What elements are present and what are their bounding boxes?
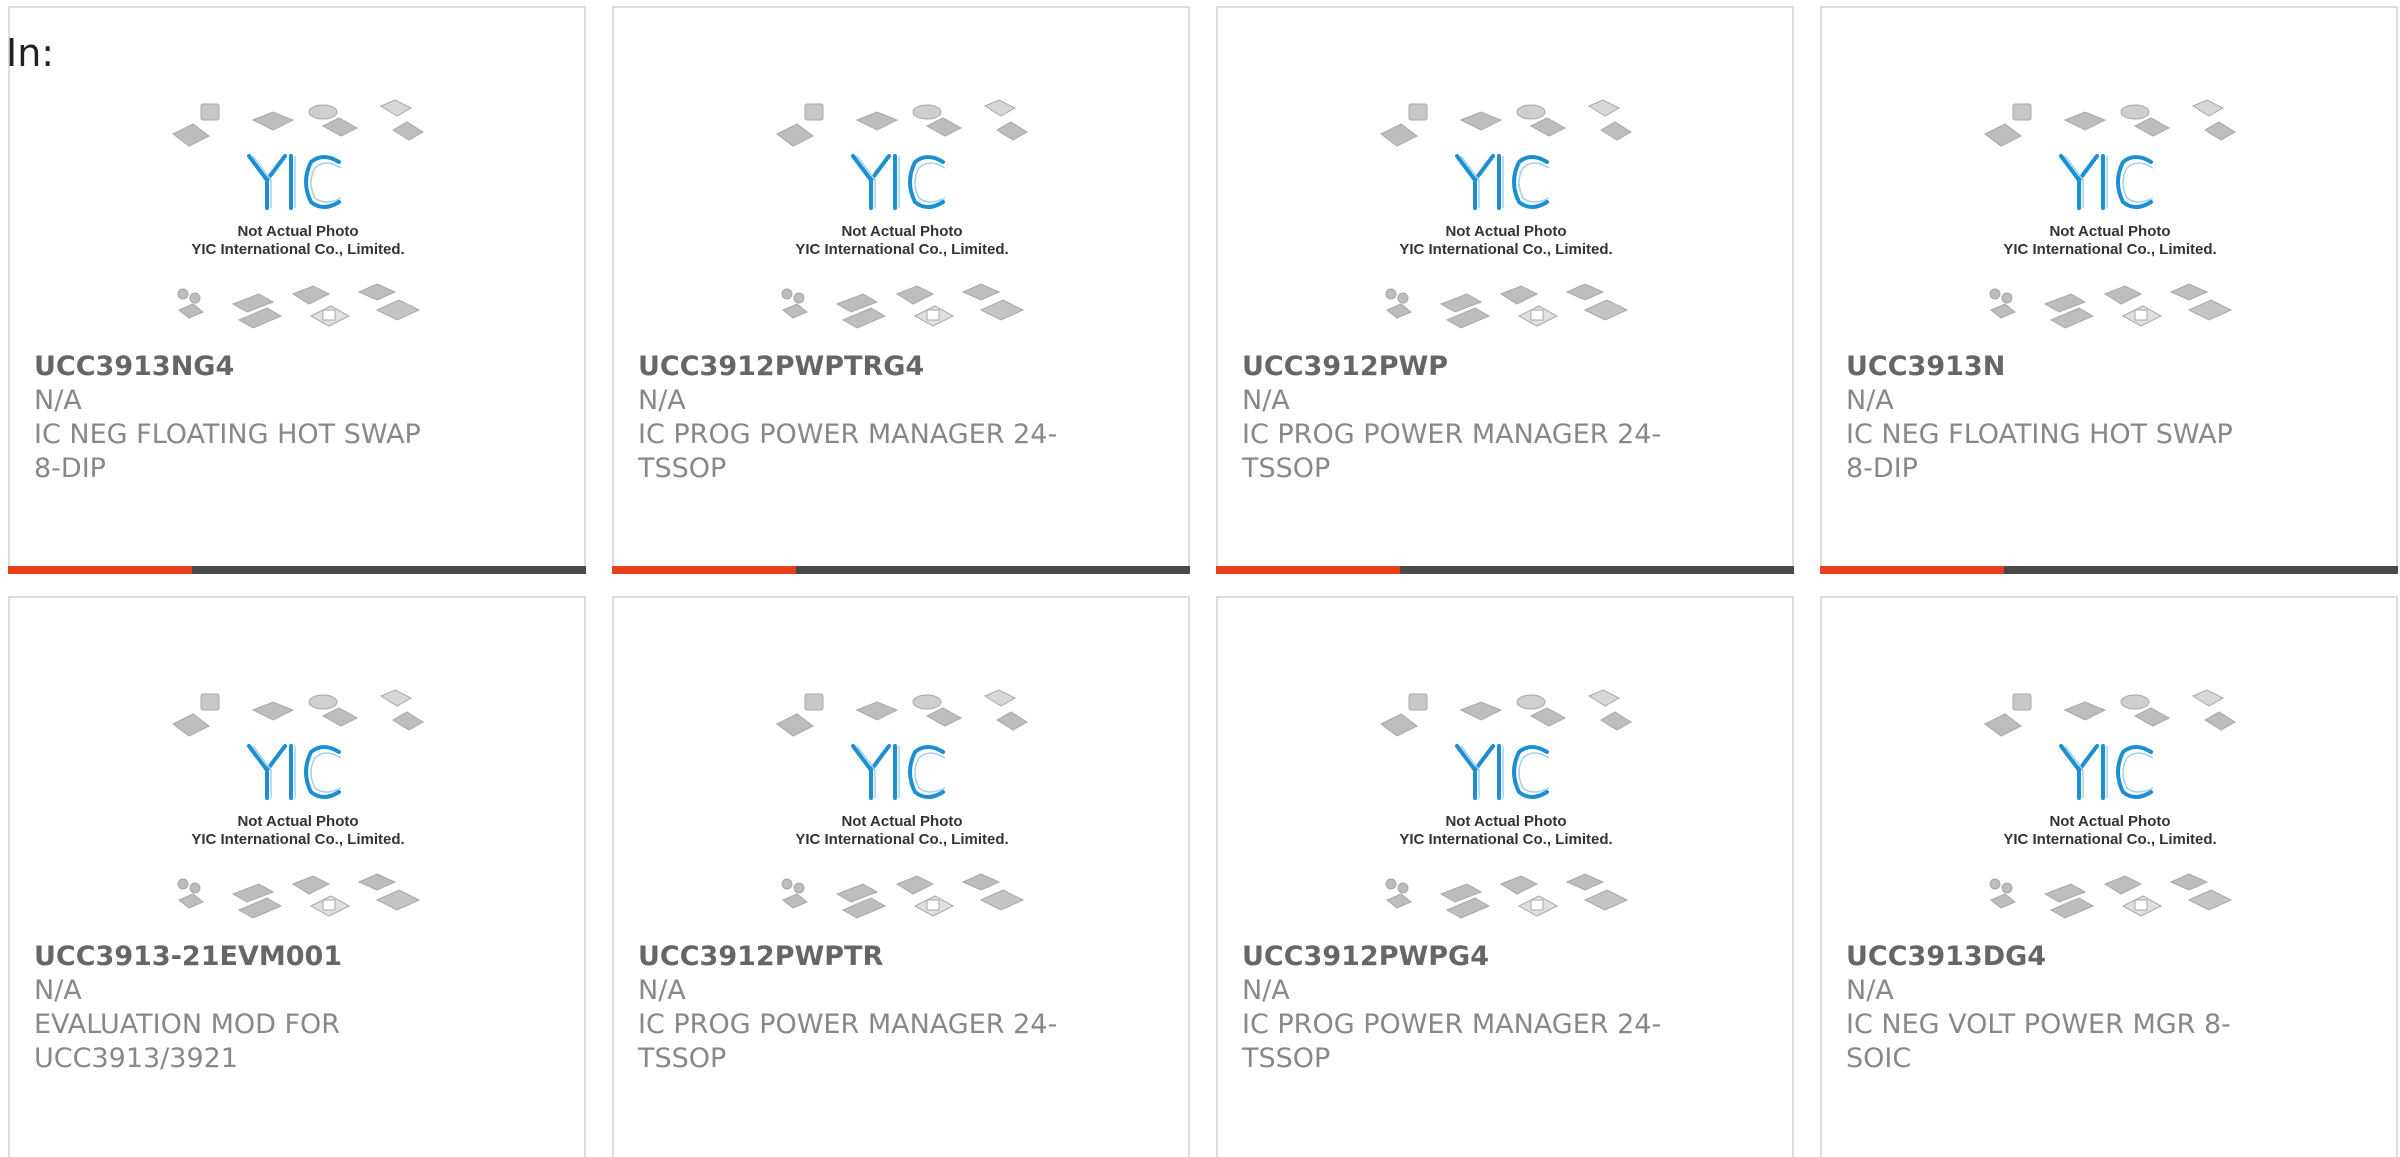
product-card[interactable]: Not Actual Photo YIC International Co., L… [1820, 6, 2398, 574]
product-info: UCC3912PWP N/A IC PROG POWER MANAGER 24-… [1242, 350, 1662, 486]
placeholder-photo-icon: Not Actual PhotoYIC International Co., L… [172, 689, 424, 919]
product-card[interactable]: Not Actual Photo YIC International Co., L… [1216, 596, 1794, 1157]
product-card[interactable]: Not Actual Photo YIC International Co., L… [8, 596, 586, 1157]
manufacturer: N/A [1846, 975, 1894, 1006]
manufacturer: N/A [1242, 975, 1290, 1006]
card-bottom-bar [8, 566, 586, 574]
manufacturer: N/A [1846, 385, 1894, 416]
part-number[interactable]: UCC3913DG4 [1846, 940, 2266, 974]
placeholder-line1: Not Actual Photo [841, 813, 962, 830]
part-number[interactable]: UCC3913-21EVM001 [34, 940, 454, 974]
manufacturer: N/A [1242, 385, 1290, 416]
product-info: UCC3912PWPG4 N/A IC PROG POWER MANAGER 2… [1242, 940, 1662, 1076]
description: IC NEG VOLT POWER MGR 8-SOIC [1846, 1009, 2231, 1074]
placeholder-line2: YIC International Co., Limited. [795, 831, 1008, 848]
placeholder-line2: YIC International Co., Limited. [2003, 241, 2216, 258]
placeholder-line2: YIC International Co., Limited. [191, 831, 404, 848]
placeholder-photo-icon: Not Actual PhotoYIC International Co., L… [1984, 689, 2236, 919]
placeholder-line1: Not Actual Photo [2049, 223, 2170, 240]
placeholder-line2: YIC International Co., Limited. [795, 241, 1008, 258]
part-number[interactable]: UCC3912PWPG4 [1242, 940, 1662, 974]
placeholder-photo-icon: Not Actual PhotoYIC International Co., L… [776, 689, 1028, 919]
placeholder-line1: Not Actual Photo [1445, 223, 1566, 240]
part-number[interactable]: UCC3913NG4 [34, 350, 454, 384]
part-number[interactable]: UCC3912PWPTRG4 [638, 350, 1058, 384]
card-bottom-bar [1820, 566, 2398, 574]
description: IC PROG POWER MANAGER 24-TSSOP [638, 1009, 1058, 1074]
description: EVALUATION MOD FOR UCC3913/3921 [34, 1009, 341, 1074]
card-bottom-bar [1216, 566, 1794, 574]
product-info: UCC3913N N/A IC NEG FLOATING HOT SWAP 8-… [1846, 350, 2266, 486]
card-accent-bar [612, 566, 796, 574]
placeholder-line2: YIC International Co., Limited. [1399, 831, 1612, 848]
product-info: UCC3913NG4 N/A IC NEG FLOATING HOT SWAP … [34, 350, 454, 486]
description: IC NEG FLOATING HOT SWAP 8-DIP [1846, 419, 2233, 484]
product-info: UCC3912PWPTR N/A IC PROG POWER MANAGER 2… [638, 940, 1058, 1076]
placeholder-line1: Not Actual Photo [237, 813, 358, 830]
placeholder-photo-icon: Not Actual PhotoYIC International Co., L… [776, 99, 1028, 329]
product-card[interactable]: Not Actual Photo YIC International Co., L… [612, 596, 1190, 1157]
part-number[interactable]: UCC3912PWPTR [638, 940, 1058, 974]
product-info: UCC3912PWPTRG4 N/A IC PROG POWER MANAGER… [638, 350, 1058, 486]
filter-label: In: [6, 31, 55, 75]
manufacturer: N/A [638, 385, 686, 416]
product-card[interactable]: Not Actual Photo YIC International Co., L… [8, 6, 586, 574]
product-grid-page: In: Not Actual Photo YIC International Co… [0, 0, 2400, 1157]
card-accent-bar [1820, 566, 2004, 574]
placeholder-photo-icon: Not Actual PhotoYIC International Co., L… [1984, 99, 2236, 329]
placeholder-line1: Not Actual Photo [2049, 813, 2170, 830]
placeholder-line2: YIC International Co., Limited. [1399, 241, 1612, 258]
description: IC PROG POWER MANAGER 24-TSSOP [638, 419, 1058, 484]
card-accent-bar [8, 566, 192, 574]
placeholder-line1: Not Actual Photo [237, 223, 358, 240]
description: IC PROG POWER MANAGER 24-TSSOP [1242, 1009, 1662, 1074]
product-card[interactable]: Not Actual Photo YIC International Co., L… [1820, 596, 2398, 1157]
manufacturer: N/A [638, 975, 686, 1006]
part-number[interactable]: UCC3913N [1846, 350, 2266, 384]
placeholder-photo-icon: Not Actual PhotoYIC International Co., L… [1380, 99, 1632, 329]
placeholder-line2: YIC International Co., Limited. [2003, 831, 2216, 848]
product-card[interactable]: Not Actual Photo YIC International Co., L… [612, 6, 1190, 574]
part-number[interactable]: UCC3912PWP [1242, 350, 1662, 384]
product-info: UCC3913DG4 N/A IC NEG VOLT POWER MGR 8-S… [1846, 940, 2266, 1076]
card-bottom-bar [612, 566, 1190, 574]
description: IC PROG POWER MANAGER 24-TSSOP [1242, 419, 1662, 484]
placeholder-photo-icon: Not Actual PhotoYIC International Co., L… [172, 99, 424, 329]
manufacturer: N/A [34, 385, 82, 416]
product-info: UCC3913-21EVM001 N/A EVALUATION MOD FOR … [34, 940, 454, 1076]
product-card[interactable]: Not Actual Photo YIC International Co., L… [1216, 6, 1794, 574]
placeholder-line1: Not Actual Photo [841, 223, 962, 240]
placeholder-line2: YIC International Co., Limited. [191, 241, 404, 258]
card-accent-bar [1216, 566, 1400, 574]
placeholder-line1: Not Actual Photo [1445, 813, 1566, 830]
placeholder-photo-icon: Not Actual PhotoYIC International Co., L… [1380, 689, 1632, 919]
description: IC NEG FLOATING HOT SWAP 8-DIP [34, 419, 421, 484]
manufacturer: N/A [34, 975, 82, 1006]
